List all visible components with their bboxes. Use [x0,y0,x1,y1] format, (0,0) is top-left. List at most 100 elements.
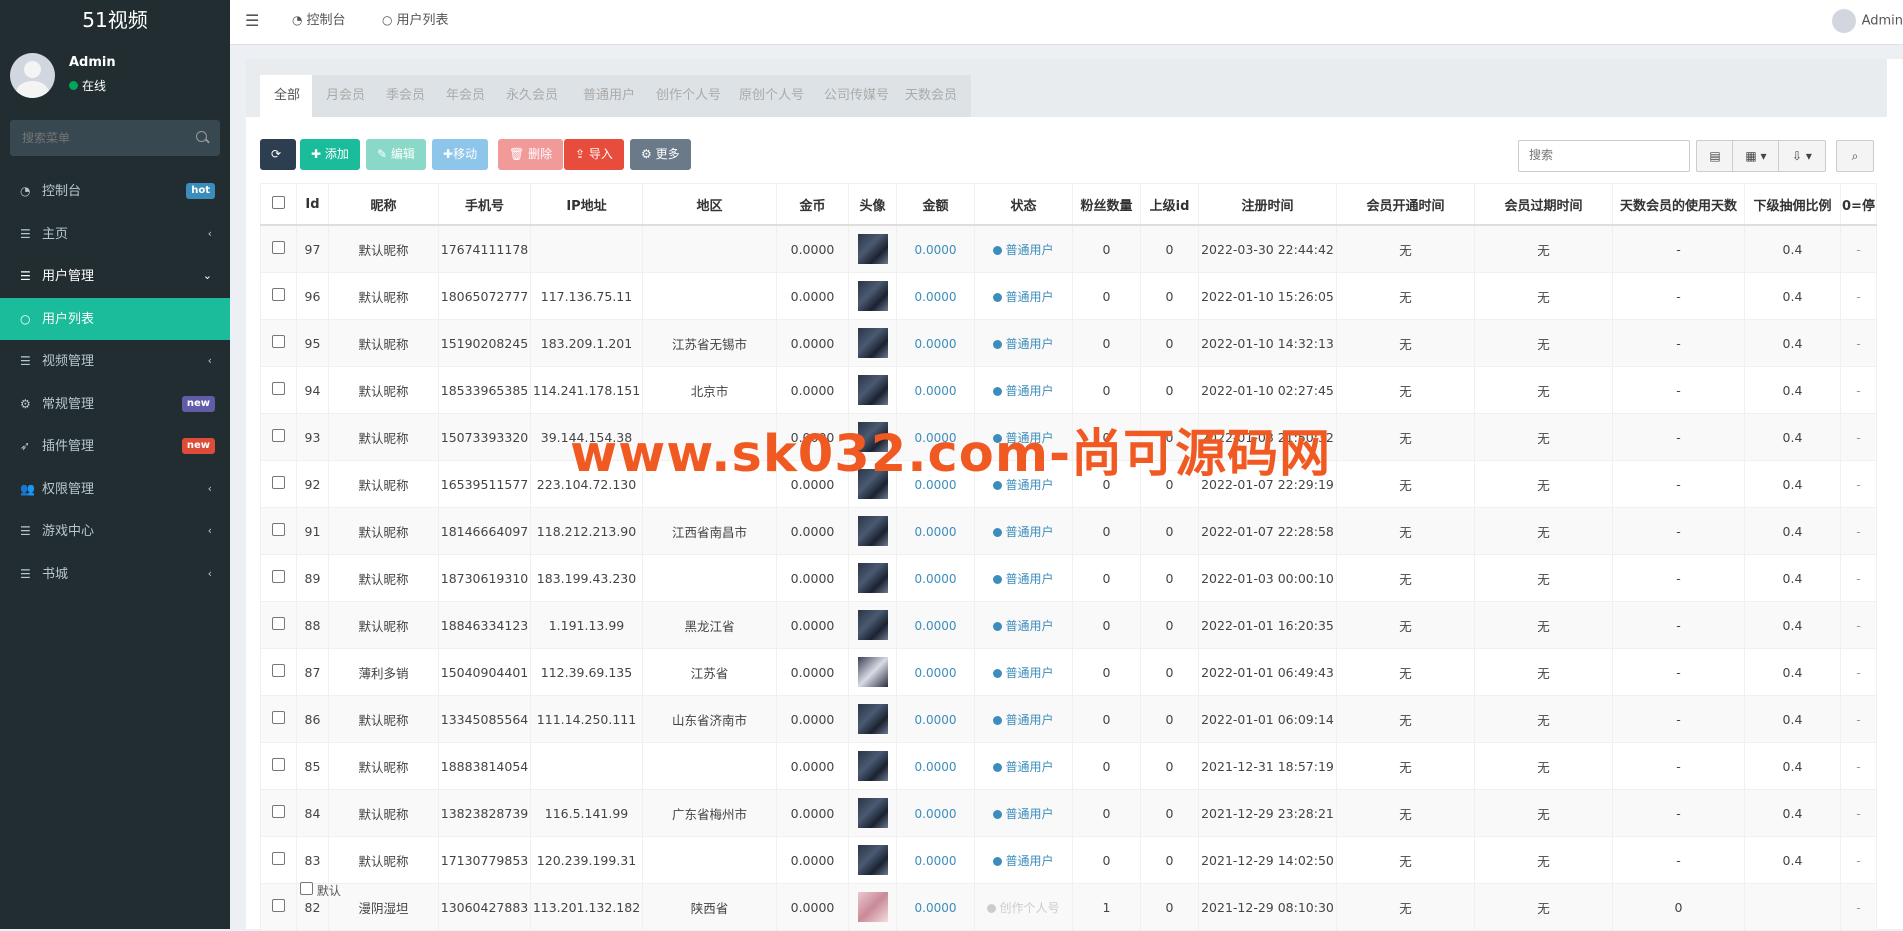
filter-tab[interactable]: 公司传媒号 [810,75,904,117]
row-checkbox[interactable] [272,664,285,677]
row-checkbox[interactable] [272,899,285,912]
avatar-thumbnail[interactable] [857,610,888,640]
sidebar-item[interactable]: ☰ 主页 ‹ [0,213,230,256]
row-select-cell[interactable] [260,413,297,461]
status-badge[interactable]: 普通用户 [993,290,1054,304]
avatar-thumbnail[interactable] [857,563,888,593]
avatar-thumbnail[interactable] [857,657,888,687]
refresh-button[interactable]: ⟳ [260,139,296,170]
row-select-cell[interactable] [260,554,297,602]
advanced-search-button[interactable]: ⌕ [1836,140,1874,172]
row-select-cell[interactable] [260,789,297,837]
row-checkbox[interactable] [272,241,285,254]
avatar-thumbnail[interactable] [857,845,888,875]
status-badge[interactable]: 创作个人号 [987,901,1060,915]
row-checkbox[interactable] [272,805,285,818]
row-checkbox[interactable] [272,570,285,583]
overlap-checkbox-label[interactable]: 默认 [300,882,341,899]
top-user-menu[interactable]: Admin [1831,9,1903,33]
avatar-thumbnail[interactable] [857,751,888,781]
table-search-input[interactable] [1519,141,1689,169]
sidebar-item[interactable]: ☰ 书城 ‹ [0,553,230,596]
avatar-thumbnail[interactable] [857,798,888,828]
columns-button[interactable]: ▦ ▾ [1732,140,1780,172]
filter-tab[interactable]: 全部 [260,75,315,117]
sidebar-item[interactable]: ☰ 视频管理 ‹ [0,340,230,383]
row-select-cell[interactable] [260,648,297,696]
row-checkbox[interactable] [272,852,285,865]
toggle-view-button[interactable]: ▤ [1696,140,1734,172]
row-checkbox[interactable] [272,758,285,771]
filter-tab[interactable]: 永久会员 [492,75,573,117]
avatar-thumbnail[interactable] [857,704,888,734]
more-button[interactable]: ⚙ 更多 [630,139,691,170]
filter-tab[interactable]: 原创个人号 [725,75,819,117]
export-button[interactable]: ⇩ ▾ [1778,140,1826,172]
menu-search-input[interactable] [10,120,204,156]
row-checkbox[interactable] [272,476,285,489]
edit-button[interactable]: ✎ 编辑 [366,139,426,170]
move-button[interactable]: ✚移动 [432,139,489,170]
avatar-thumbnail[interactable] [857,234,888,264]
status-badge[interactable]: 普通用户 [993,807,1054,821]
cell-parent-id: 0 [1140,554,1199,602]
hamburger-icon[interactable]: ☰ [245,11,259,30]
search-icon[interactable] [196,131,207,142]
sidebar-item[interactable]: 👥 权限管理 ‹ [0,468,230,511]
row-select-cell[interactable] [260,224,297,273]
row-select-cell[interactable] [260,272,297,320]
row-select-cell[interactable] [260,836,297,884]
row-checkbox[interactable] [272,617,285,630]
filter-tab[interactable]: 天数会员 [891,75,972,117]
status-badge[interactable]: 普通用户 [993,384,1054,398]
app-logo[interactable]: 51视频 [0,0,230,40]
sidebar-item[interactable]: ☰ 用户管理 ⌄ [0,255,230,298]
row-select-cell[interactable] [260,695,297,743]
status-badge[interactable]: 普通用户 [993,243,1054,257]
row-checkbox[interactable] [272,523,285,536]
row-select-cell[interactable] [260,883,297,931]
status-badge[interactable]: 普通用户 [993,760,1054,774]
select-all-checkbox[interactable] [272,195,285,209]
row-checkbox[interactable] [272,429,285,442]
row-select-cell[interactable] [260,366,297,414]
filter-tab[interactable]: 创作个人号 [642,75,736,117]
avatar-thumbnail[interactable] [857,892,888,922]
filter-tab[interactable]: 普通用户 [569,75,650,117]
sidebar-item[interactable]: ○ 用户列表 [0,297,230,340]
status-badge[interactable]: 普通用户 [993,572,1054,586]
row-checkbox[interactable] [272,335,285,348]
sidebar-item[interactable]: ⚙ 常规管理 new [0,383,230,426]
filter-tab[interactable]: 年会员 [432,75,500,117]
filter-tab[interactable]: 季会员 [372,75,440,117]
add-button[interactable]: ✚ 添加 [300,139,360,170]
status-badge[interactable]: 普通用户 [993,666,1054,680]
status-badge[interactable]: 普通用户 [993,854,1054,868]
row-select-cell[interactable] [260,742,297,790]
avatar-thumbnail[interactable] [857,281,888,311]
select-all-cell[interactable] [260,183,297,226]
status-badge[interactable]: 普通用户 [993,713,1054,727]
sidebar-item[interactable]: ☰ 游戏中心 ‹ [0,510,230,553]
filter-tab[interactable]: 月会员 [312,75,380,117]
row-checkbox[interactable] [272,711,285,724]
row-select-cell[interactable] [260,507,297,555]
tab-user-list[interactable]: ○ 用户列表 [382,0,449,40]
sidebar-item[interactable]: ◔ 控制台 hot [0,170,230,213]
sidebar-item[interactable]: ➶ 插件管理 new [0,425,230,468]
row-checkbox[interactable] [272,288,285,301]
checkbox[interactable] [300,882,313,895]
tab-dashboard[interactable]: ◔ 控制台 [292,0,346,40]
status-badge[interactable]: 普通用户 [993,619,1054,633]
row-checkbox[interactable] [272,382,285,395]
avatar-thumbnail[interactable] [857,375,888,405]
import-button[interactable]: ⇪ 导入 [564,139,624,170]
row-select-cell[interactable] [260,319,297,367]
row-select-cell[interactable] [260,460,297,508]
status-badge[interactable]: 普通用户 [993,337,1054,351]
row-select-cell[interactable] [260,601,297,649]
delete-button[interactable]: 🗑 删除 [498,139,564,170]
status-badge[interactable]: 普通用户 [993,525,1054,539]
avatar-thumbnail[interactable] [857,328,888,358]
avatar-thumbnail[interactable] [857,516,888,546]
